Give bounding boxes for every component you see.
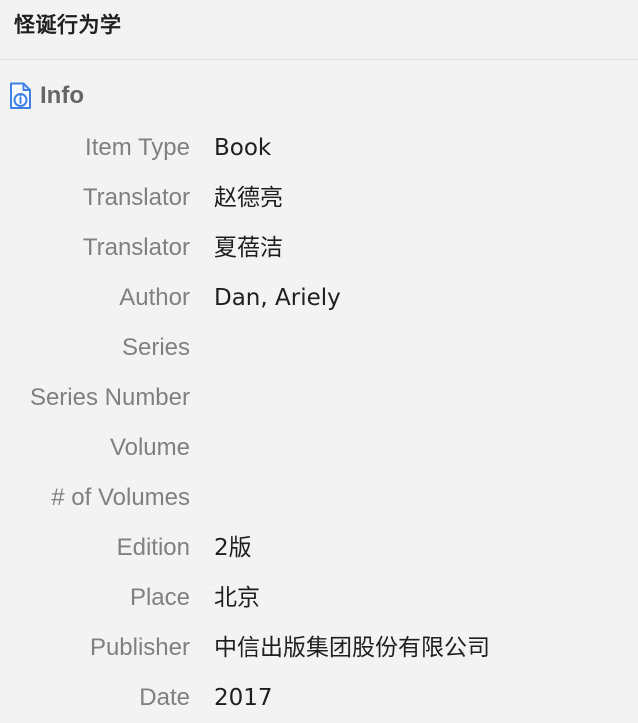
field-label: Publisher [89, 634, 190, 661]
field-value-series-number[interactable] [214, 379, 638, 417]
field-row-author: Author Dan, Ariely [0, 273, 638, 323]
field-value-author[interactable]: Dan, Ariely [214, 279, 638, 317]
item-title-bar: 怪诞行为学 [0, 0, 638, 60]
field-value-translator-2[interactable]: 夏蓓洁 [214, 229, 638, 267]
field-row-series: Series [0, 323, 638, 373]
document-info-icon [6, 80, 36, 112]
field-value-edition[interactable]: 2版 [214, 529, 638, 567]
item-pane: 怪诞行为学 Info Item Type Book Translator 赵德亮… [0, 0, 638, 723]
field-row-series-number: Series Number [0, 373, 638, 423]
field-value-number-of-volumes[interactable] [214, 479, 638, 517]
field-label: Translator [82, 234, 190, 261]
field-value-place[interactable]: 北京 [214, 579, 638, 617]
field-label: Date [139, 684, 190, 711]
field-row-item-type: Item Type Book [0, 123, 638, 173]
field-row-publisher: Publisher 中信出版集团股份有限公司 [0, 623, 638, 673]
field-label: Volume [109, 434, 190, 461]
field-value-publisher[interactable]: 中信出版集团股份有限公司 [214, 629, 638, 667]
field-value-series[interactable] [214, 329, 638, 367]
field-row-number-of-volumes: # of Volumes [0, 473, 638, 523]
field-label: Author [119, 284, 190, 311]
item-title[interactable]: 怪诞行为学 [14, 11, 638, 39]
field-row-place: Place 北京 [0, 573, 638, 623]
item-fields: Item Type Book Translator 赵德亮 Translator… [0, 123, 638, 723]
field-row-translator-1: Translator 赵德亮 [0, 173, 638, 223]
field-label: Place [129, 584, 190, 611]
field-label: Item Type [85, 134, 190, 161]
field-row-volume: Volume [0, 423, 638, 473]
field-row-date: Date 2017 [0, 673, 638, 723]
field-value-date[interactable]: 2017 [214, 679, 638, 717]
info-section-header[interactable]: Info [6, 80, 84, 112]
field-value-item-type[interactable]: Book [214, 129, 638, 167]
field-row-translator-2: Translator 夏蓓洁 [0, 223, 638, 273]
field-label: Series [121, 334, 190, 361]
field-label: Translator [82, 184, 190, 211]
field-label: # of Volumes [51, 484, 190, 511]
field-value-translator-1[interactable]: 赵德亮 [214, 179, 638, 217]
field-label: Edition [116, 534, 190, 561]
info-section-label: Info [40, 82, 84, 109]
field-value-volume[interactable] [214, 429, 638, 467]
field-label: Series Number [29, 384, 190, 411]
field-row-edition: Edition 2版 [0, 523, 638, 573]
